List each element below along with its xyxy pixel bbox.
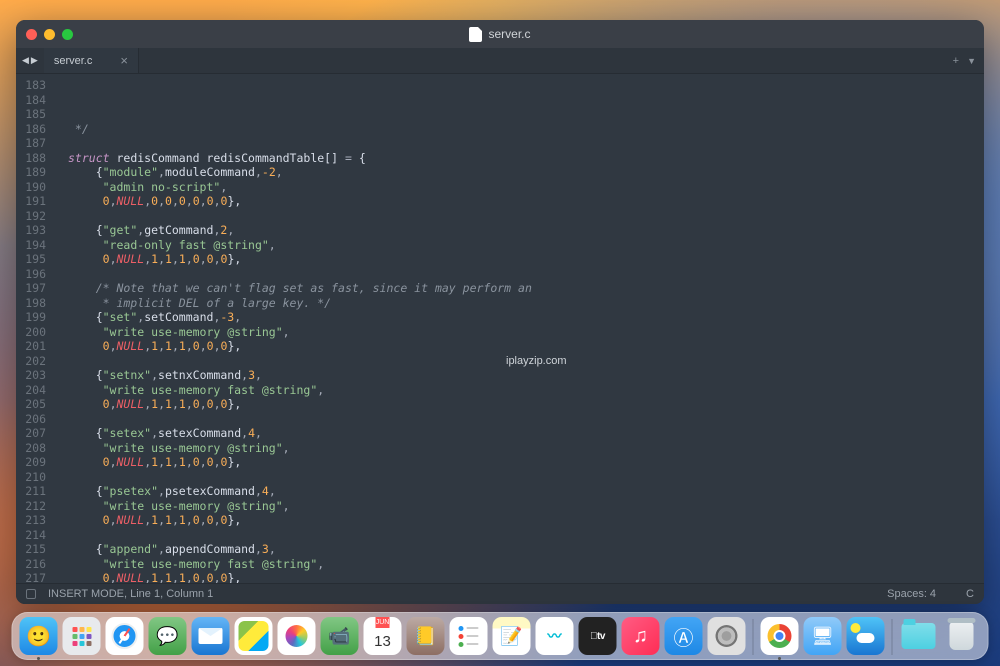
dock-app-chrome[interactable]: [761, 617, 799, 655]
dock-app-reminders[interactable]: [450, 617, 488, 655]
dock-app-finder[interactable]: 🙂: [20, 617, 58, 655]
dock-app-facetime[interactable]: 📹: [321, 617, 359, 655]
dock-app-photos[interactable]: [278, 617, 316, 655]
dock-app-weather[interactable]: [847, 617, 885, 655]
code-editor[interactable]: 1831841851861871881891901911921931941951…: [16, 74, 984, 583]
code-area[interactable]: iplayzip.com */ struct redisCommand redi…: [56, 74, 984, 583]
editor-window: server.c ◀ ▶ server.c × + ▼ 183184185186…: [16, 20, 984, 604]
dock-app-mail[interactable]: [192, 617, 230, 655]
status-mode[interactable]: INSERT MODE, Line 1, Column 1: [48, 588, 213, 600]
dock-app-music[interactable]: ♫: [622, 617, 660, 655]
tab-label: server.c: [54, 55, 93, 67]
dock-app-messages[interactable]: 💬: [149, 617, 187, 655]
dock-trash[interactable]: [943, 617, 981, 655]
window-title-text: server.c: [488, 27, 530, 41]
dock-app-freeform[interactable]: 〰: [536, 617, 574, 655]
dock-separator: [753, 619, 754, 655]
dock-separator-2: [892, 619, 893, 655]
close-tab-icon[interactable]: ×: [120, 53, 128, 68]
status-bar: INSERT MODE, Line 1, Column 1 Spaces: 4 …: [16, 583, 984, 604]
tab-server-c[interactable]: server.c ×: [44, 48, 139, 73]
dock-app-tv[interactable]: tv: [579, 617, 617, 655]
new-tab-icon[interactable]: +: [953, 55, 959, 67]
window-title: server.c: [16, 27, 984, 42]
dock-app-calendar[interactable]: JUN 13: [364, 617, 402, 655]
calendar-day: 13: [374, 628, 391, 655]
calendar-month: JUN: [376, 617, 390, 628]
dock-app-notes[interactable]: 📝: [493, 617, 531, 655]
dock-app-settings[interactable]: [708, 617, 746, 655]
minimize-window-button[interactable]: [44, 29, 55, 40]
dock-app-maps[interactable]: [235, 617, 273, 655]
tab-dropdown-icon[interactable]: ▼: [967, 56, 976, 66]
close-window-button[interactable]: [26, 29, 37, 40]
traffic-lights: [26, 29, 73, 40]
dock-downloads-folder[interactable]: [900, 617, 938, 655]
zoom-window-button[interactable]: [62, 29, 73, 40]
tab-bar: ◀ ▶ server.c × + ▼: [16, 48, 984, 74]
dock-app-launchpad[interactable]: [63, 617, 101, 655]
panel-toggle-icon[interactable]: [26, 589, 36, 599]
line-number-gutter: 1831841851861871881891901911921931941951…: [16, 74, 56, 583]
dock-app-generic[interactable]: 🖥: [804, 617, 842, 655]
file-icon: [469, 27, 482, 42]
watermark-text: iplayzip.com: [506, 354, 567, 369]
tab-history-nav[interactable]: ◀ ▶: [16, 48, 44, 73]
dock-app-safari[interactable]: [106, 617, 144, 655]
dock-app-contacts[interactable]: 📒: [407, 617, 445, 655]
status-syntax[interactable]: C: [966, 588, 974, 600]
titlebar[interactable]: server.c: [16, 20, 984, 48]
forward-icon[interactable]: ▶: [31, 55, 38, 66]
back-icon[interactable]: ◀: [22, 55, 29, 66]
dock: 🙂 💬 📹 JUN 13 📒 📝 〰 tv ♫ Ⓐ 🖥: [12, 612, 989, 660]
status-indent[interactable]: Spaces: 4: [887, 588, 936, 600]
dock-app-appstore[interactable]: Ⓐ: [665, 617, 703, 655]
